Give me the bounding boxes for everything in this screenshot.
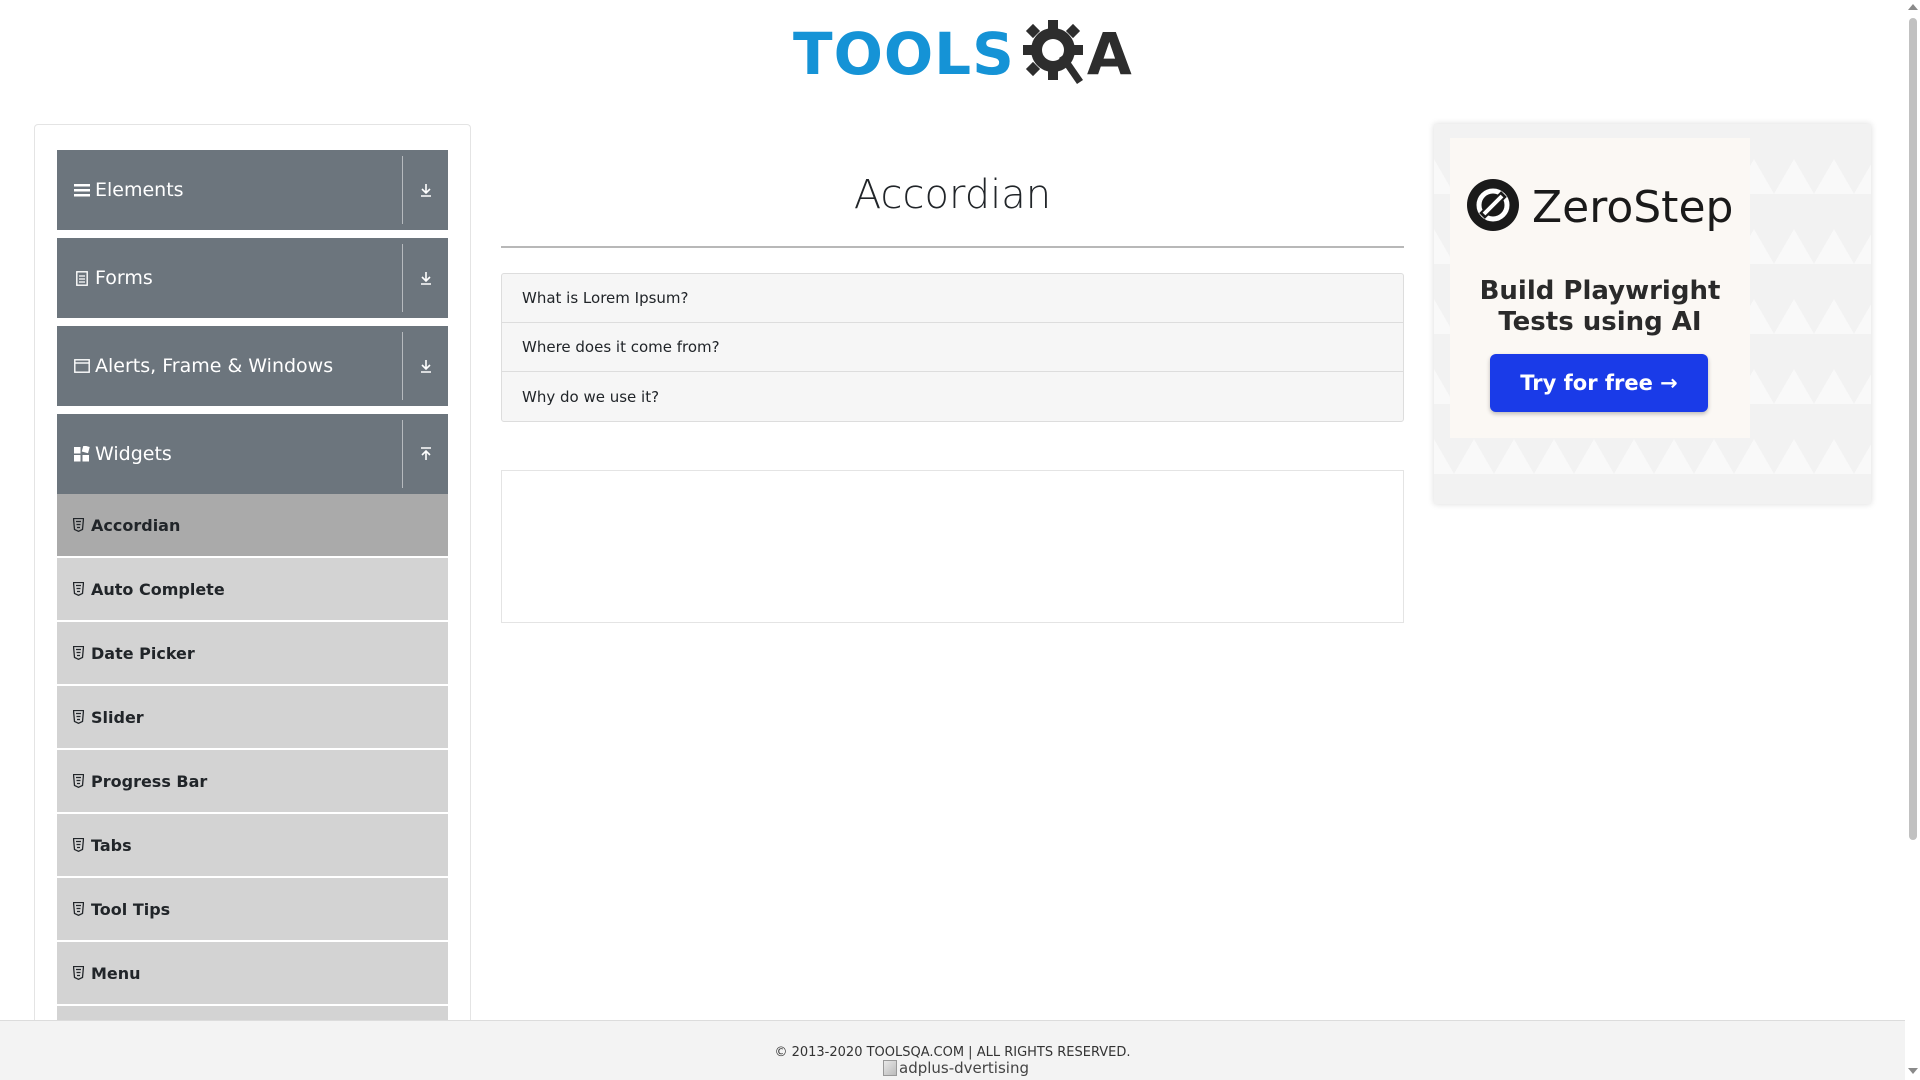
menu-item-label: Progress Bar bbox=[91, 771, 208, 791]
menu-item-label: Menu bbox=[91, 963, 141, 983]
nav-group-label: Alerts, Frame & Windows bbox=[95, 355, 334, 377]
left-nav-panel: Elements Forms Alerts, Frame & Windows W… bbox=[34, 124, 471, 1024]
document-icon bbox=[73, 269, 91, 287]
accordion-section-3-heading[interactable]: Why do we use it? bbox=[502, 372, 1403, 421]
download-arrow-icon[interactable] bbox=[414, 178, 438, 202]
menu-item-slider[interactable]: Slider bbox=[57, 686, 448, 748]
page-title: Accordian bbox=[853, 172, 1052, 218]
menu-item-tool-tips[interactable]: Tool Tips bbox=[57, 878, 448, 940]
nav-group-elements[interactable]: Elements bbox=[57, 150, 448, 230]
nav-group-label: Widgets bbox=[95, 443, 172, 465]
footer-copyright: © 2013-2020 TOOLSQA.COM | ALL RIGHTS RES… bbox=[774, 1045, 1131, 1060]
menu-item-label: Date Picker bbox=[91, 643, 195, 663]
html5-icon bbox=[71, 837, 85, 853]
menu-item-auto-complete[interactable]: Auto Complete bbox=[57, 558, 448, 620]
accordion-section-1-heading[interactable]: What is Lorem Ipsum? bbox=[502, 274, 1403, 323]
ad-card: ZeroStep Build Playwright Tests using AI… bbox=[1450, 138, 1750, 438]
widgets-submenu: Accordian Auto Complete Date Picker Slid… bbox=[57, 494, 448, 1024]
menu-item-label: Auto Complete bbox=[91, 579, 225, 599]
accordion: What is Lorem Ipsum? Where does it come … bbox=[501, 273, 1404, 422]
nav-group-label: Forms bbox=[95, 267, 153, 289]
scroll-up-arrow-icon[interactable] bbox=[1908, 4, 1918, 10]
menu-item-label: Tool Tips bbox=[91, 899, 171, 919]
divider bbox=[402, 332, 403, 400]
broken-image-icon bbox=[883, 1060, 897, 1076]
download-arrow-icon[interactable] bbox=[414, 266, 438, 290]
ad-tagline: Build Playwright Tests using AI bbox=[1450, 276, 1750, 338]
divider bbox=[402, 156, 403, 224]
html5-icon bbox=[71, 645, 85, 661]
side-advertisement[interactable]: ZeroStep Build Playwright Tests using AI… bbox=[1434, 124, 1871, 504]
menu-item-label: Accordian bbox=[91, 515, 181, 535]
scroll-down-arrow-icon[interactable] bbox=[1908, 1068, 1918, 1074]
hamburger-icon bbox=[73, 181, 91, 199]
zerostep-logo: ZeroStep bbox=[1466, 178, 1733, 236]
html5-icon bbox=[71, 965, 85, 981]
gear-q-icon bbox=[1019, 14, 1089, 94]
menu-item-menu[interactable]: Menu bbox=[57, 942, 448, 1004]
widgets-icon bbox=[73, 445, 91, 463]
menu-item-label: Slider bbox=[91, 707, 144, 727]
divider bbox=[402, 244, 403, 312]
window-icon bbox=[73, 357, 91, 375]
ad-brand: ZeroStep bbox=[1532, 181, 1734, 233]
divider bbox=[402, 420, 403, 488]
html5-icon bbox=[71, 901, 85, 917]
download-arrow-icon[interactable] bbox=[414, 354, 438, 378]
zerostep-icon bbox=[1466, 178, 1520, 236]
toolsqa-logo[interactable]: TOOLS A bbox=[793, 14, 1133, 94]
ad-placeholder bbox=[501, 470, 1404, 623]
upload-arrow-icon[interactable] bbox=[414, 442, 438, 466]
nav-group-forms[interactable]: Forms bbox=[57, 238, 448, 318]
menu-item-label: Tabs bbox=[91, 835, 132, 855]
footer-ad-image: adplus-dvertising bbox=[883, 1059, 1029, 1077]
menu-item-accordian[interactable]: Accordian bbox=[57, 494, 448, 556]
nav-group-alerts-frame-windows[interactable]: Alerts, Frame & Windows bbox=[57, 326, 448, 406]
footer-ad-alt-text: adplus-dvertising bbox=[899, 1059, 1029, 1077]
title-divider bbox=[501, 246, 1404, 248]
vertical-scrollbar[interactable] bbox=[1905, 0, 1920, 1080]
html5-icon bbox=[71, 581, 85, 597]
logo-text-a: A bbox=[1086, 20, 1133, 88]
footer: © 2013-2020 TOOLSQA.COM | ALL RIGHTS RES… bbox=[0, 1020, 1905, 1080]
ad-tagline-line-1: Build Playwright bbox=[1479, 276, 1721, 306]
nav-group-label: Elements bbox=[95, 179, 184, 201]
page: TOOLS A Elements Forms Alerts, Frame & W… bbox=[0, 0, 1920, 1080]
menu-item-date-picker[interactable]: Date Picker bbox=[57, 622, 448, 684]
scroll-thumb[interactable] bbox=[1909, 18, 1917, 840]
html5-icon bbox=[71, 709, 85, 725]
menu-item-progress-bar[interactable]: Progress Bar bbox=[57, 750, 448, 812]
try-for-free-button[interactable]: Try for free → bbox=[1490, 354, 1708, 412]
ad-tagline-line-2: Tests using AI bbox=[1498, 307, 1702, 337]
logo-text-tools: TOOLS bbox=[793, 20, 1015, 88]
html5-icon bbox=[71, 517, 85, 533]
accordion-section-2-heading[interactable]: Where does it come from? bbox=[502, 323, 1403, 372]
nav-group-widgets[interactable]: Widgets bbox=[57, 414, 448, 494]
html5-icon bbox=[71, 773, 85, 789]
menu-item-tabs[interactable]: Tabs bbox=[57, 814, 448, 876]
